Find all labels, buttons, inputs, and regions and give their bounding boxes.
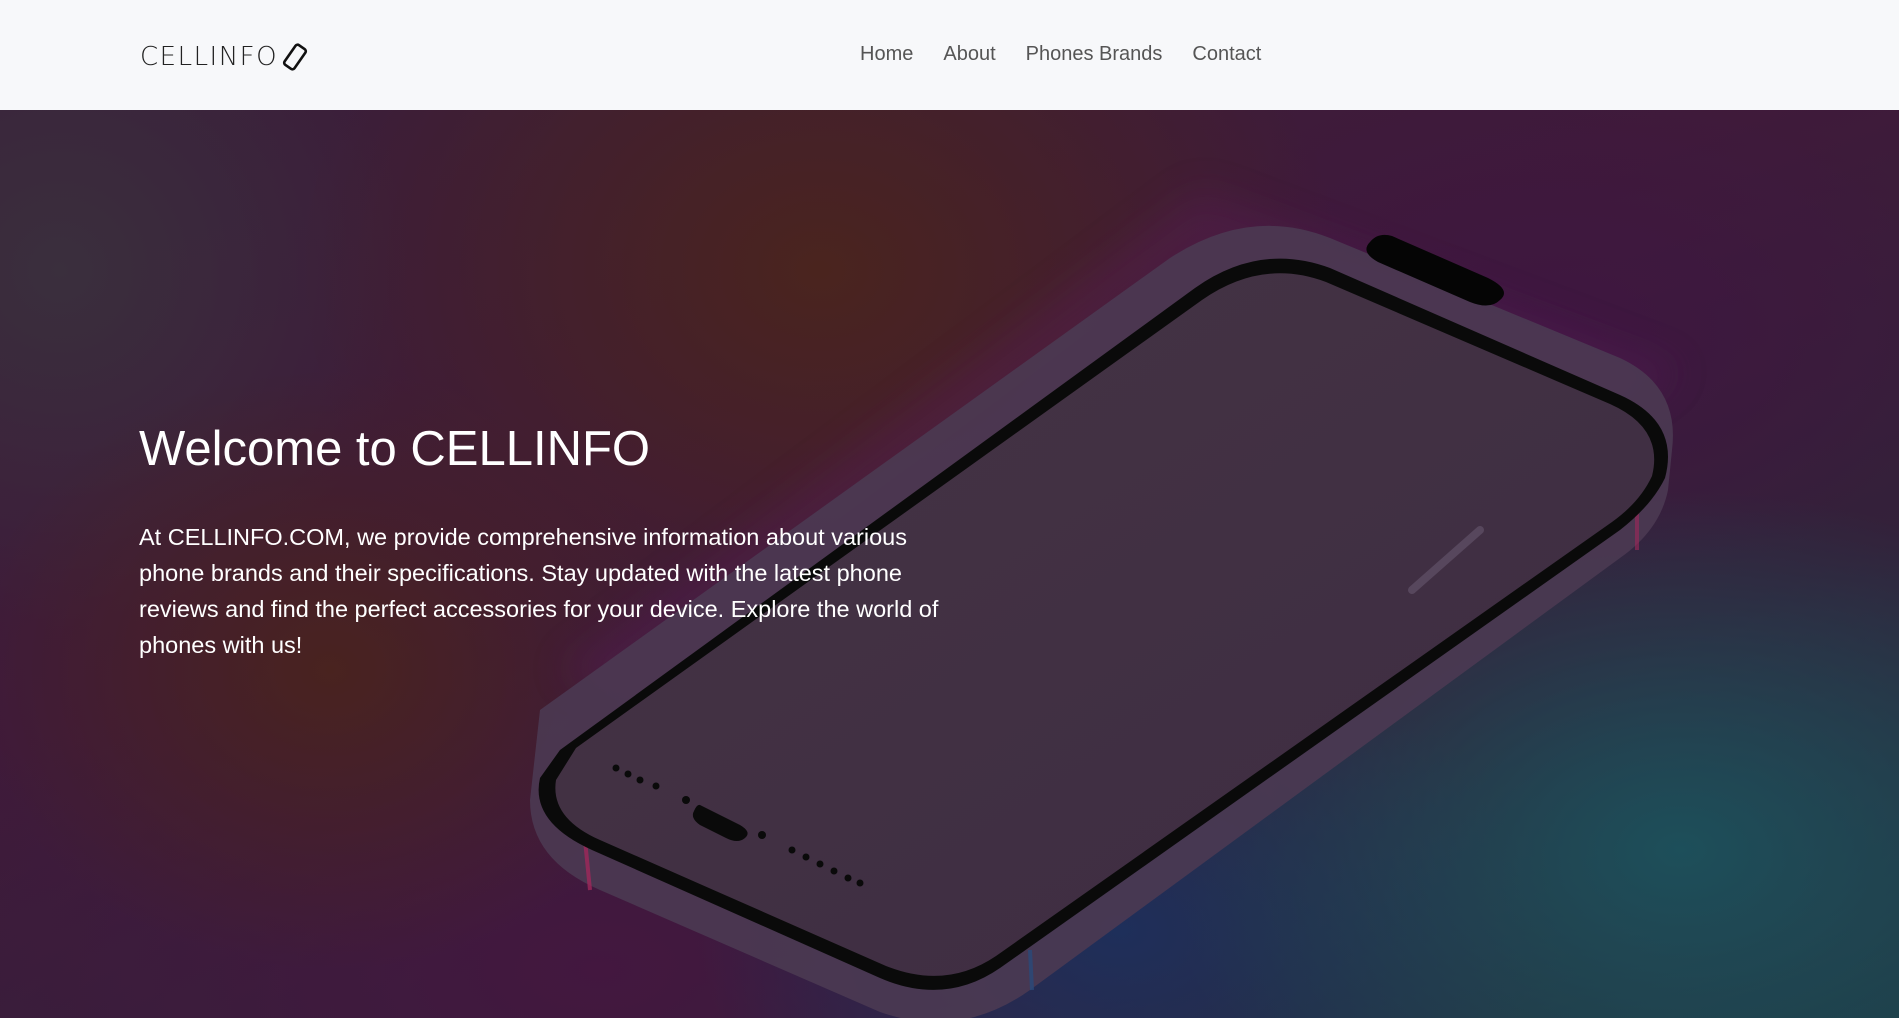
- hero-description: At CELLINFO.COM, we provide comprehensiv…: [139, 523, 939, 658]
- phone-outline-icon: [282, 43, 308, 71]
- hero-title: Welcome to CELLINFO: [139, 422, 651, 476]
- brand-name: CELLINFO: [140, 42, 279, 72]
- hero-content: Welcome to CELLINFO At CELLINFO.COM, we …: [139, 420, 939, 663]
- nav-link-phones-brands[interactable]: Phones Brands: [1011, 41, 1178, 68]
- hero-section: Welcome to CELLINFO At CELLINFO.COM, we …: [0, 110, 1899, 1018]
- brand-logo[interactable]: CELLINFO: [140, 40, 310, 74]
- main-nav: Home About Phones Brands Contact: [845, 41, 1276, 68]
- nav-link-contact[interactable]: Contact: [1177, 41, 1276, 68]
- nav-link-home[interactable]: Home: [845, 41, 928, 68]
- navbar: CELLINFO Home About Phones Brands Contac…: [0, 0, 1899, 110]
- nav-link-about[interactable]: About: [928, 41, 1010, 68]
